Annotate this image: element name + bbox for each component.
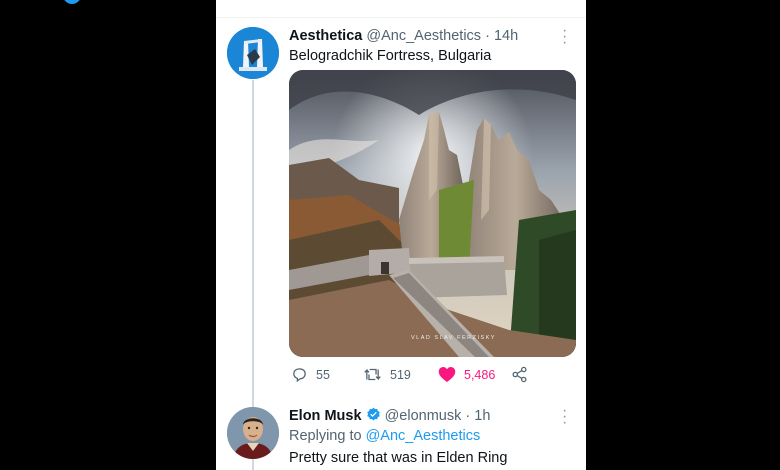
avatar-image xyxy=(227,407,279,459)
reply-text: Pretty sure that was in Elden Ring xyxy=(289,450,508,466)
retweet-button[interactable]: 519 xyxy=(363,366,411,383)
more-options-icon[interactable]: · · · xyxy=(562,403,567,431)
share-button[interactable] xyxy=(511,366,528,383)
app-icon-fragment xyxy=(63,0,81,4)
divider xyxy=(216,17,586,18)
author-name[interactable]: Aesthetica xyxy=(289,28,362,44)
like-count: 5,486 xyxy=(464,367,496,382)
replying-to-line: Replying to @Anc_Aesthetics xyxy=(289,428,480,444)
tweet-time[interactable]: 14h xyxy=(494,28,518,44)
reply-button[interactable]: 55 xyxy=(291,366,330,383)
replying-to-link[interactable]: @Anc_Aesthetics xyxy=(366,428,481,444)
author-handle[interactable]: @Anc_Aesthetics xyxy=(366,28,481,44)
reply-author-handle[interactable]: @elonmusk xyxy=(385,408,462,424)
retweet-count: 519 xyxy=(390,367,411,382)
reply-time[interactable]: 1h xyxy=(474,408,490,424)
separator-dot: · xyxy=(465,408,471,424)
replying-to-label: Replying to xyxy=(289,428,362,444)
like-button[interactable]: 5,486 xyxy=(438,366,495,383)
reply-author-name[interactable]: Elon Musk xyxy=(289,408,362,424)
fortress-photo xyxy=(289,70,576,357)
reply-header: Elon Musk @elonmusk · 1h xyxy=(289,407,490,424)
heart-icon xyxy=(438,367,456,382)
avatar[interactable] xyxy=(227,27,279,79)
more-options-icon[interactable]: · · · xyxy=(562,23,567,51)
verified-badge-icon xyxy=(366,407,380,421)
tweet-actions: 55 519 5,486 xyxy=(289,366,576,388)
share-icon xyxy=(512,366,527,383)
tweet-text: Belogradchik Fortress, Bulgaria xyxy=(289,48,492,64)
image-watermark: VLAD SLAV FERZISKY xyxy=(411,335,496,341)
tweet-header: Aesthetica @Anc_Aesthetics · 14h xyxy=(289,28,518,44)
tweet-image[interactable]: VLAD SLAV FERZISKY xyxy=(289,70,576,357)
reply-count: 55 xyxy=(316,367,330,382)
separator-dot: · xyxy=(485,28,490,44)
reply-icon xyxy=(293,368,306,383)
retweet-icon xyxy=(364,368,381,381)
tweet-feed: Aesthetica @Anc_Aesthetics · 14h · · · Bel… xyxy=(216,0,586,470)
avatar[interactable] xyxy=(227,407,279,459)
avatar-image xyxy=(227,27,279,79)
